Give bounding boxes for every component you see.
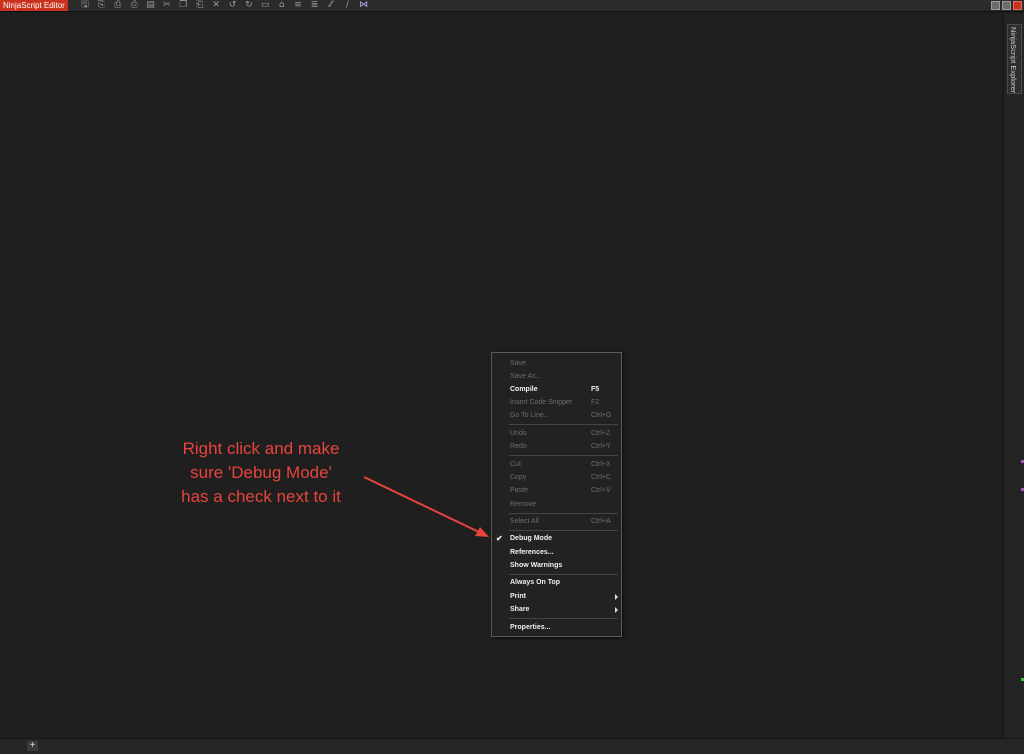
- annotation-arrow: [363, 476, 489, 537]
- annotation-arrow-line: [363, 476, 482, 534]
